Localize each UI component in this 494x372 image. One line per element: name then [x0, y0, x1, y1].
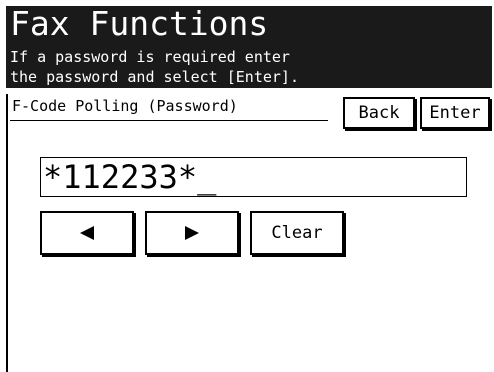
clear-button[interactable]: Clear	[250, 211, 344, 255]
page-title: Fax Functions	[10, 6, 269, 43]
left-arrow-icon	[80, 226, 94, 240]
password-input[interactable]: *112233*_	[40, 157, 467, 197]
right-arrow-icon	[185, 226, 199, 240]
cursor-right-button[interactable]	[145, 211, 239, 255]
screen-subtitle: F-Code Polling (Password)	[12, 97, 238, 115]
header-bar: Fax Functions If a password is required …	[6, 6, 492, 88]
password-input-value: *112233*_	[43, 158, 217, 196]
cursor-left-button[interactable]	[40, 211, 134, 255]
enter-button[interactable]: Enter	[420, 97, 490, 129]
instruction-line-1: If a password is required enter	[10, 48, 290, 66]
back-button[interactable]: Back	[343, 97, 415, 129]
subtitle-divider	[10, 120, 328, 121]
instruction-line-2: the password and select [Enter].	[10, 68, 299, 86]
left-border-divider	[6, 94, 8, 372]
